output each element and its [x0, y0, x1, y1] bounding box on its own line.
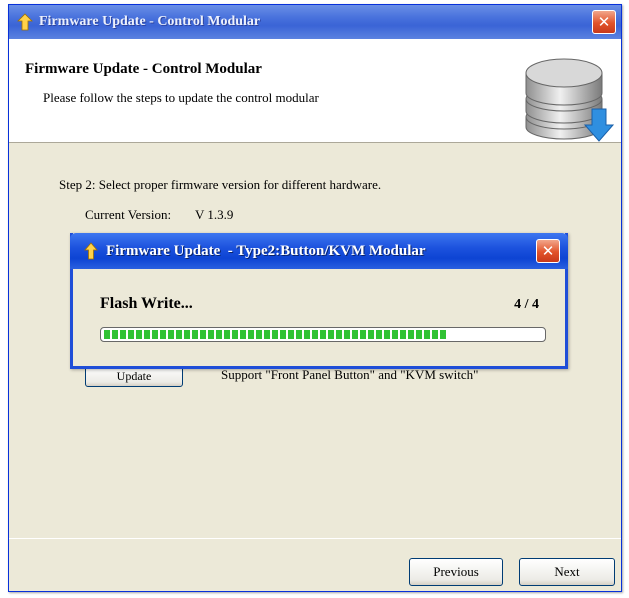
next-button[interactable]: Next [519, 558, 615, 586]
dialog-title: Firmware Update - Type2:Button/KVM Modul… [106, 242, 426, 259]
support-description: Support "Front Panel Button" and "KVM sw… [221, 367, 479, 382]
footer-divider [9, 538, 621, 539]
window-title: Firmware Update - Control Modular [39, 14, 261, 29]
window-titlebar[interactable]: Firmware Update - Control Modular ✕ [9, 5, 621, 39]
dialog-titlebar[interactable]: Firmware Update - Type2:Button/KVM Modul… [70, 233, 568, 269]
step-instruction: Step 2: Select proper firmware version f… [59, 177, 382, 192]
update-arrow-icon [84, 242, 98, 260]
update-arrow-icon [17, 13, 33, 31]
header-title: Firmware Update - Control Modular [25, 61, 262, 77]
wizard-header: Firmware Update - Control Modular Please… [9, 39, 621, 143]
previous-button[interactable]: Previous [409, 558, 503, 586]
flash-status-text: Flash Write... [100, 295, 193, 312]
header-subtitle: Please follow the steps to update the co… [43, 90, 319, 105]
progress-count: 4 / 4 [514, 297, 539, 312]
dialog-close-button[interactable]: ✕ [536, 239, 560, 263]
current-version-value: V 1.3.9 [195, 207, 234, 222]
current-version-label: Current Version: [85, 207, 172, 222]
window-close-button[interactable]: ✕ [592, 10, 616, 34]
progress-fill [104, 330, 446, 339]
flash-progress-dialog: Firmware Update - Type2:Button/KVM Modul… [70, 233, 568, 369]
database-download-icon [525, 58, 614, 142]
flash-progress-bar [100, 327, 546, 342]
